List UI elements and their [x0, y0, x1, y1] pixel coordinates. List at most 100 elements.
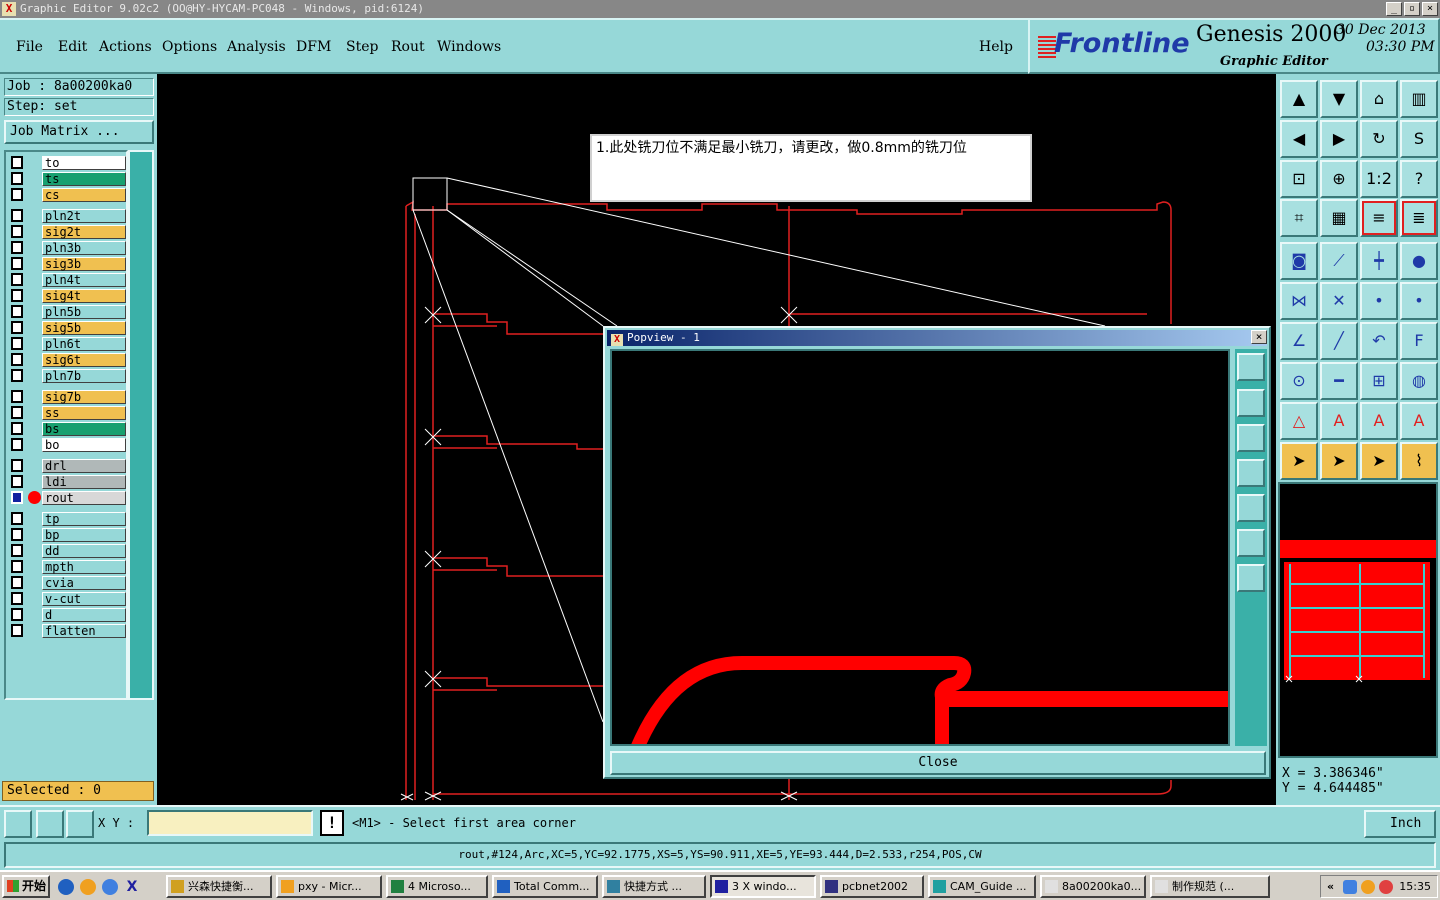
menu-options[interactable]: Options	[162, 39, 217, 55]
taskbar-button[interactable]: pxy - Micr...	[276, 875, 382, 898]
page-up-icon[interactable]: ▲	[1280, 80, 1318, 118]
popview-pan-down-icon[interactable]	[1237, 424, 1265, 452]
select-point-icon[interactable]: ➤	[1360, 442, 1398, 480]
layer-checkbox[interactable]	[11, 422, 23, 435]
menu-windows[interactable]: Windows	[437, 39, 501, 55]
popview-close-icon[interactable]: ×	[1251, 330, 1267, 344]
layer-checkbox[interactable]	[11, 257, 23, 270]
layer-name[interactable]: bo	[42, 438, 126, 452]
layer-checkbox[interactable]	[11, 172, 23, 185]
line-icon[interactable]: ━	[1320, 362, 1358, 400]
layer-name[interactable]: mpth	[42, 560, 126, 574]
home-icon[interactable]: ⌂	[1360, 80, 1398, 118]
layer-name[interactable]: drl	[42, 459, 126, 473]
layer-checkbox[interactable]	[11, 289, 23, 302]
layer-row-pln7b[interactable]: pln7b	[10, 369, 126, 383]
scroll-icon[interactable]: S	[1400, 120, 1438, 158]
taskbar-button[interactable]: 3 X windo...	[710, 875, 816, 898]
menu-dfm[interactable]: DFM	[296, 39, 331, 55]
popview-pan-right-icon[interactable]	[1237, 494, 1265, 522]
popview-pan-up-icon[interactable]	[1237, 389, 1265, 417]
route-icon[interactable]: ⌇	[1400, 442, 1438, 480]
xy-input[interactable]	[147, 810, 313, 836]
layer-name[interactable]: ldi	[42, 475, 126, 489]
layer-row-flatten[interactable]: flatten	[10, 624, 126, 638]
snap-icon[interactable]: ⊙	[1280, 362, 1318, 400]
layer-checkbox[interactable]	[11, 353, 23, 366]
layer-name[interactable]: cvia	[42, 576, 126, 590]
popview-pan-left-icon[interactable]	[1237, 459, 1265, 487]
menu-actions[interactable]: Actions	[99, 39, 152, 55]
layer-checkbox[interactable]	[11, 188, 23, 201]
taskbar-button[interactable]: pcbnet2002	[820, 875, 924, 898]
layer-checkbox[interactable]	[11, 491, 23, 504]
antivirus-icon[interactable]	[1379, 880, 1393, 894]
layer-checkbox[interactable]	[11, 406, 23, 419]
font-icon[interactable]: F	[1400, 322, 1438, 360]
layer-name[interactable]: cs	[42, 188, 126, 202]
popview-zoom-icon[interactable]	[1237, 353, 1265, 381]
shapes-icon[interactable]: ◍	[1400, 362, 1438, 400]
layer-row-cs[interactable]: cs	[10, 188, 126, 202]
layer-name[interactable]: sig4t	[42, 289, 126, 303]
layer-row-sig7b[interactable]: sig7b	[10, 390, 126, 404]
layer-checkbox[interactable]	[11, 241, 23, 254]
popview-canvas[interactable]	[610, 349, 1230, 754]
popview-close-button[interactable]: Close	[610, 751, 1266, 775]
layer-row-rout[interactable]: rout	[10, 491, 126, 505]
layer-name[interactable]: pln4t	[42, 273, 126, 287]
layer-name[interactable]: sig3b	[42, 257, 126, 271]
layer-name[interactable]: ss	[42, 406, 126, 420]
grid-icon[interactable]: ▦	[1320, 199, 1358, 237]
layer-name[interactable]: sig6t	[42, 353, 126, 367]
page-down-icon[interactable]: ▼	[1320, 80, 1358, 118]
layer-checkbox[interactable]	[11, 608, 23, 621]
taskbar-button[interactable]: CAM_Guide ...	[928, 875, 1036, 898]
xwin-icon[interactable]: X	[124, 879, 140, 895]
triangle-icon[interactable]: △	[1280, 402, 1318, 440]
layer-checkbox[interactable]	[11, 576, 23, 589]
layer-checkbox[interactable]	[11, 475, 23, 488]
explorer-icon[interactable]	[102, 879, 118, 895]
menu-edit[interactable]: Edit	[58, 39, 87, 55]
layer-checkbox[interactable]	[11, 560, 23, 573]
point-add-icon[interactable]: •	[1400, 282, 1438, 320]
arc-icon[interactable]: ↶	[1360, 322, 1398, 360]
point-icon[interactable]: •	[1360, 282, 1398, 320]
taskbar-button[interactable]: 8a00200ka0...	[1040, 875, 1146, 898]
layer-list-scrollbar[interactable]	[128, 150, 154, 700]
layer-checkbox[interactable]	[11, 369, 23, 382]
taskbar-button[interactable]: 4 Microso...	[386, 875, 488, 898]
layer-checkbox[interactable]	[11, 305, 23, 318]
layer-row-mpth[interactable]: mpth	[10, 560, 126, 574]
grid-mode-icon[interactable]	[66, 810, 94, 838]
layer-checkbox[interactable]	[11, 544, 23, 557]
layer-name[interactable]: d	[42, 608, 126, 622]
layer-name[interactable]: v-cut	[42, 592, 126, 606]
select-icon[interactable]: ➤	[1280, 442, 1318, 480]
angle-icon[interactable]: ∠	[1280, 322, 1318, 360]
menu-step[interactable]: Step	[346, 39, 378, 55]
layer-row-bo[interactable]: bo	[10, 438, 126, 452]
select-box-icon[interactable]: ➤	[1320, 442, 1358, 480]
layer-checkbox[interactable]	[11, 209, 23, 222]
taskbar-button[interactable]: 制作规范 (...	[1150, 875, 1270, 898]
tray-app-icon[interactable]	[1361, 880, 1375, 894]
circle-icon[interactable]: ●	[1400, 242, 1438, 280]
message-button[interactable]: !	[320, 810, 344, 836]
ruler-icon[interactable]: ┿	[1360, 242, 1398, 280]
layer-name[interactable]: pln6t	[42, 337, 126, 351]
layers-icon[interactable]: ≡	[1360, 199, 1398, 237]
layer-row-pln4t[interactable]: pln4t	[10, 273, 126, 287]
layer-row-sig6t[interactable]: sig6t	[10, 353, 126, 367]
layer-row-bp[interactable]: bp	[10, 528, 126, 542]
layer-row-ts[interactable]: ts	[10, 172, 126, 186]
layer-name[interactable]: bs	[42, 422, 126, 436]
layer-row-ss[interactable]: ss	[10, 406, 126, 420]
tray-expand-icon[interactable]: «	[1327, 876, 1334, 897]
taskbar-button[interactable]: 快捷方式 ...	[602, 875, 706, 898]
layer-row-dd[interactable]: dd	[10, 544, 126, 558]
layer-checkbox[interactable]	[11, 459, 23, 472]
menu-file[interactable]: File	[16, 39, 43, 55]
layer-row-sig2t[interactable]: sig2t	[10, 225, 126, 239]
